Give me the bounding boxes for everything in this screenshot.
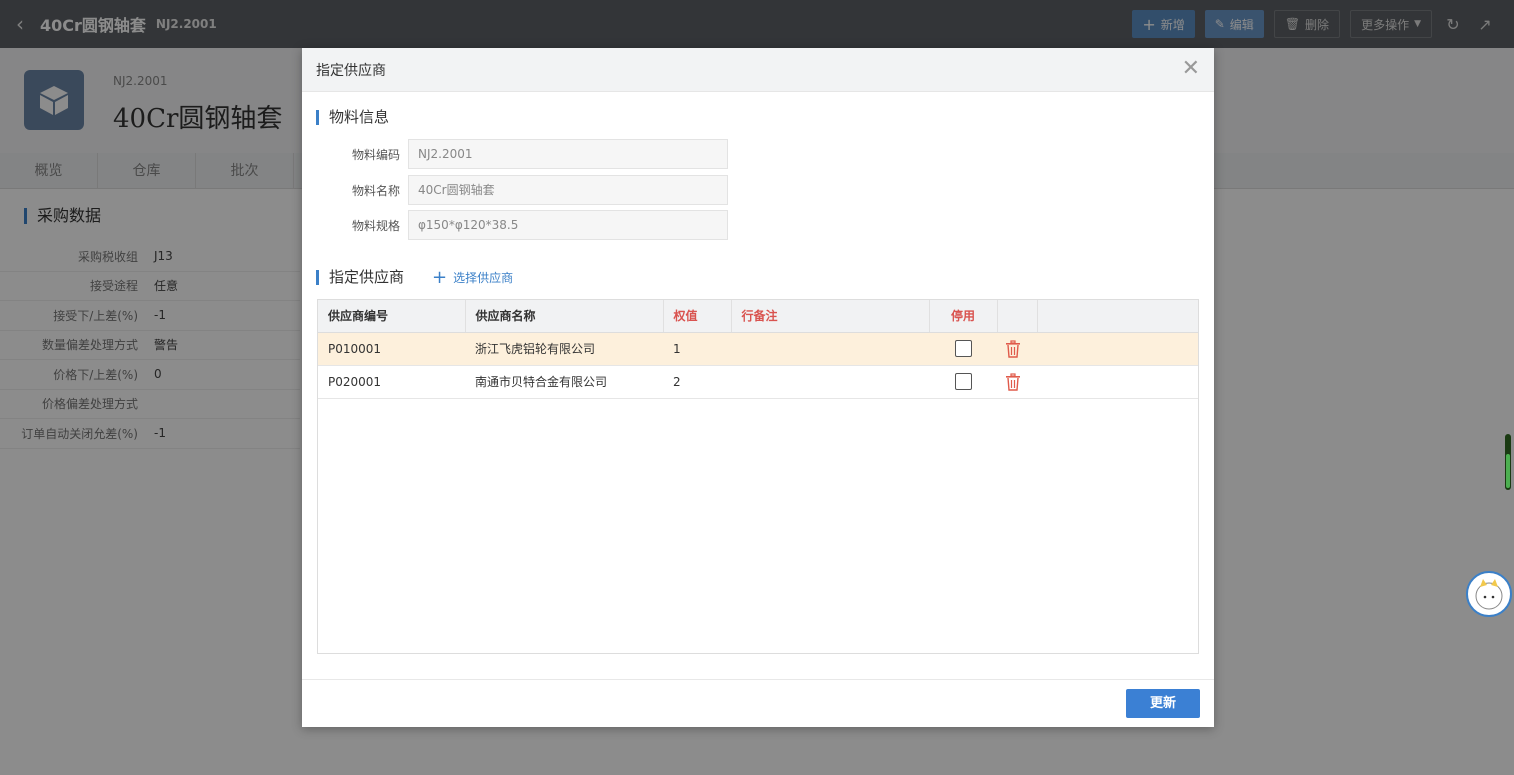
delete-cell — [997, 365, 1037, 399]
material-spec-field: 物料规格 φ150*φ120*38.5 — [316, 210, 728, 240]
supplier-name-cell[interactable]: 南通市贝特合金有限公司 — [465, 365, 663, 399]
material-info-title: 物料信息 — [316, 110, 389, 125]
field-label: 物料编码 — [351, 147, 400, 162]
close-icon[interactable]: ✕ — [1182, 58, 1200, 80]
modal-footer: 更新 — [302, 679, 1214, 727]
modal-header: 指定供应商 ✕ — [302, 48, 1214, 92]
material-code-input[interactable]: NJ2.2001 — [408, 139, 728, 169]
update-button[interactable]: 更新 — [1126, 689, 1200, 718]
col-row-note[interactable]: 行备注 — [731, 300, 930, 333]
supplier-code-cell[interactable]: P010001 — [318, 332, 465, 366]
col-actions — [997, 300, 1038, 333]
modal-title: 指定供应商 — [316, 62, 386, 79]
cat-face-icon — [1475, 579, 1503, 610]
select-supplier-link[interactable]: + 选择供应商 — [432, 266, 514, 288]
supplier-section-title: 指定供应商 — [316, 270, 404, 285]
col-weight[interactable]: 权值 — [663, 300, 732, 333]
material-spec-input[interactable]: φ150*φ120*38.5 — [408, 210, 728, 240]
filler-cell — [1037, 365, 1198, 399]
weight-cell[interactable]: 1 — [663, 332, 731, 366]
field-label: 物料名称 — [351, 183, 400, 198]
supplier-name-cell[interactable]: 浙江飞虎铝轮有限公司 — [465, 332, 663, 366]
table-header-row: 供应商编号 供应商名称 权值 行备注 停用 — [318, 300, 1198, 333]
material-name-input[interactable]: 40Cr圆钢轴套 — [408, 175, 728, 205]
supplier-grid: 供应商编号 供应商名称 权值 行备注 停用 P010001 浙江飞虎铝轮有限公司… — [317, 299, 1199, 654]
disabled-checkbox[interactable] — [954, 373, 972, 390]
trash-icon[interactable] — [1005, 372, 1021, 391]
col-disabled[interactable]: 停用 — [929, 300, 998, 333]
table-row[interactable]: P020001 南通市贝特合金有限公司 2 — [318, 365, 1198, 399]
row-note-cell[interactable] — [731, 332, 929, 366]
trash-icon[interactable] — [1005, 339, 1021, 358]
plus-icon: + — [432, 266, 448, 288]
material-code-field: 物料编码 NJ2.2001 — [316, 139, 728, 169]
table-row[interactable]: P010001 浙江飞虎铝轮有限公司 1 — [318, 332, 1198, 366]
disabled-cell — [929, 365, 997, 399]
disabled-checkbox[interactable] — [954, 340, 972, 357]
delete-cell — [997, 332, 1037, 366]
material-name-field: 物料名称 40Cr圆钢轴套 — [316, 175, 728, 205]
select-supplier-label: 选择供应商 — [453, 271, 514, 285]
scroll-indicator[interactable] — [1505, 434, 1511, 490]
supplier-table: 供应商编号 供应商名称 权值 行备注 停用 P010001 浙江飞虎铝轮有限公司… — [318, 300, 1198, 399]
assign-supplier-modal: 指定供应商 ✕ 物料信息 物料编码 NJ2.2001 物料名称 40Cr圆钢轴套… — [302, 48, 1214, 727]
supplier-code-cell[interactable]: P020001 — [318, 365, 465, 399]
col-supplier-name[interactable]: 供应商名称 — [465, 300, 664, 333]
col-supplier-code[interactable]: 供应商编号 — [318, 300, 466, 333]
field-label: 物料规格 — [351, 218, 400, 233]
weight-cell[interactable]: 2 — [663, 365, 731, 399]
assistant-avatar-icon[interactable] — [1466, 571, 1512, 617]
col-filler — [1037, 300, 1198, 333]
filler-cell — [1037, 332, 1198, 366]
disabled-cell — [929, 332, 997, 366]
row-note-cell[interactable] — [731, 365, 929, 399]
